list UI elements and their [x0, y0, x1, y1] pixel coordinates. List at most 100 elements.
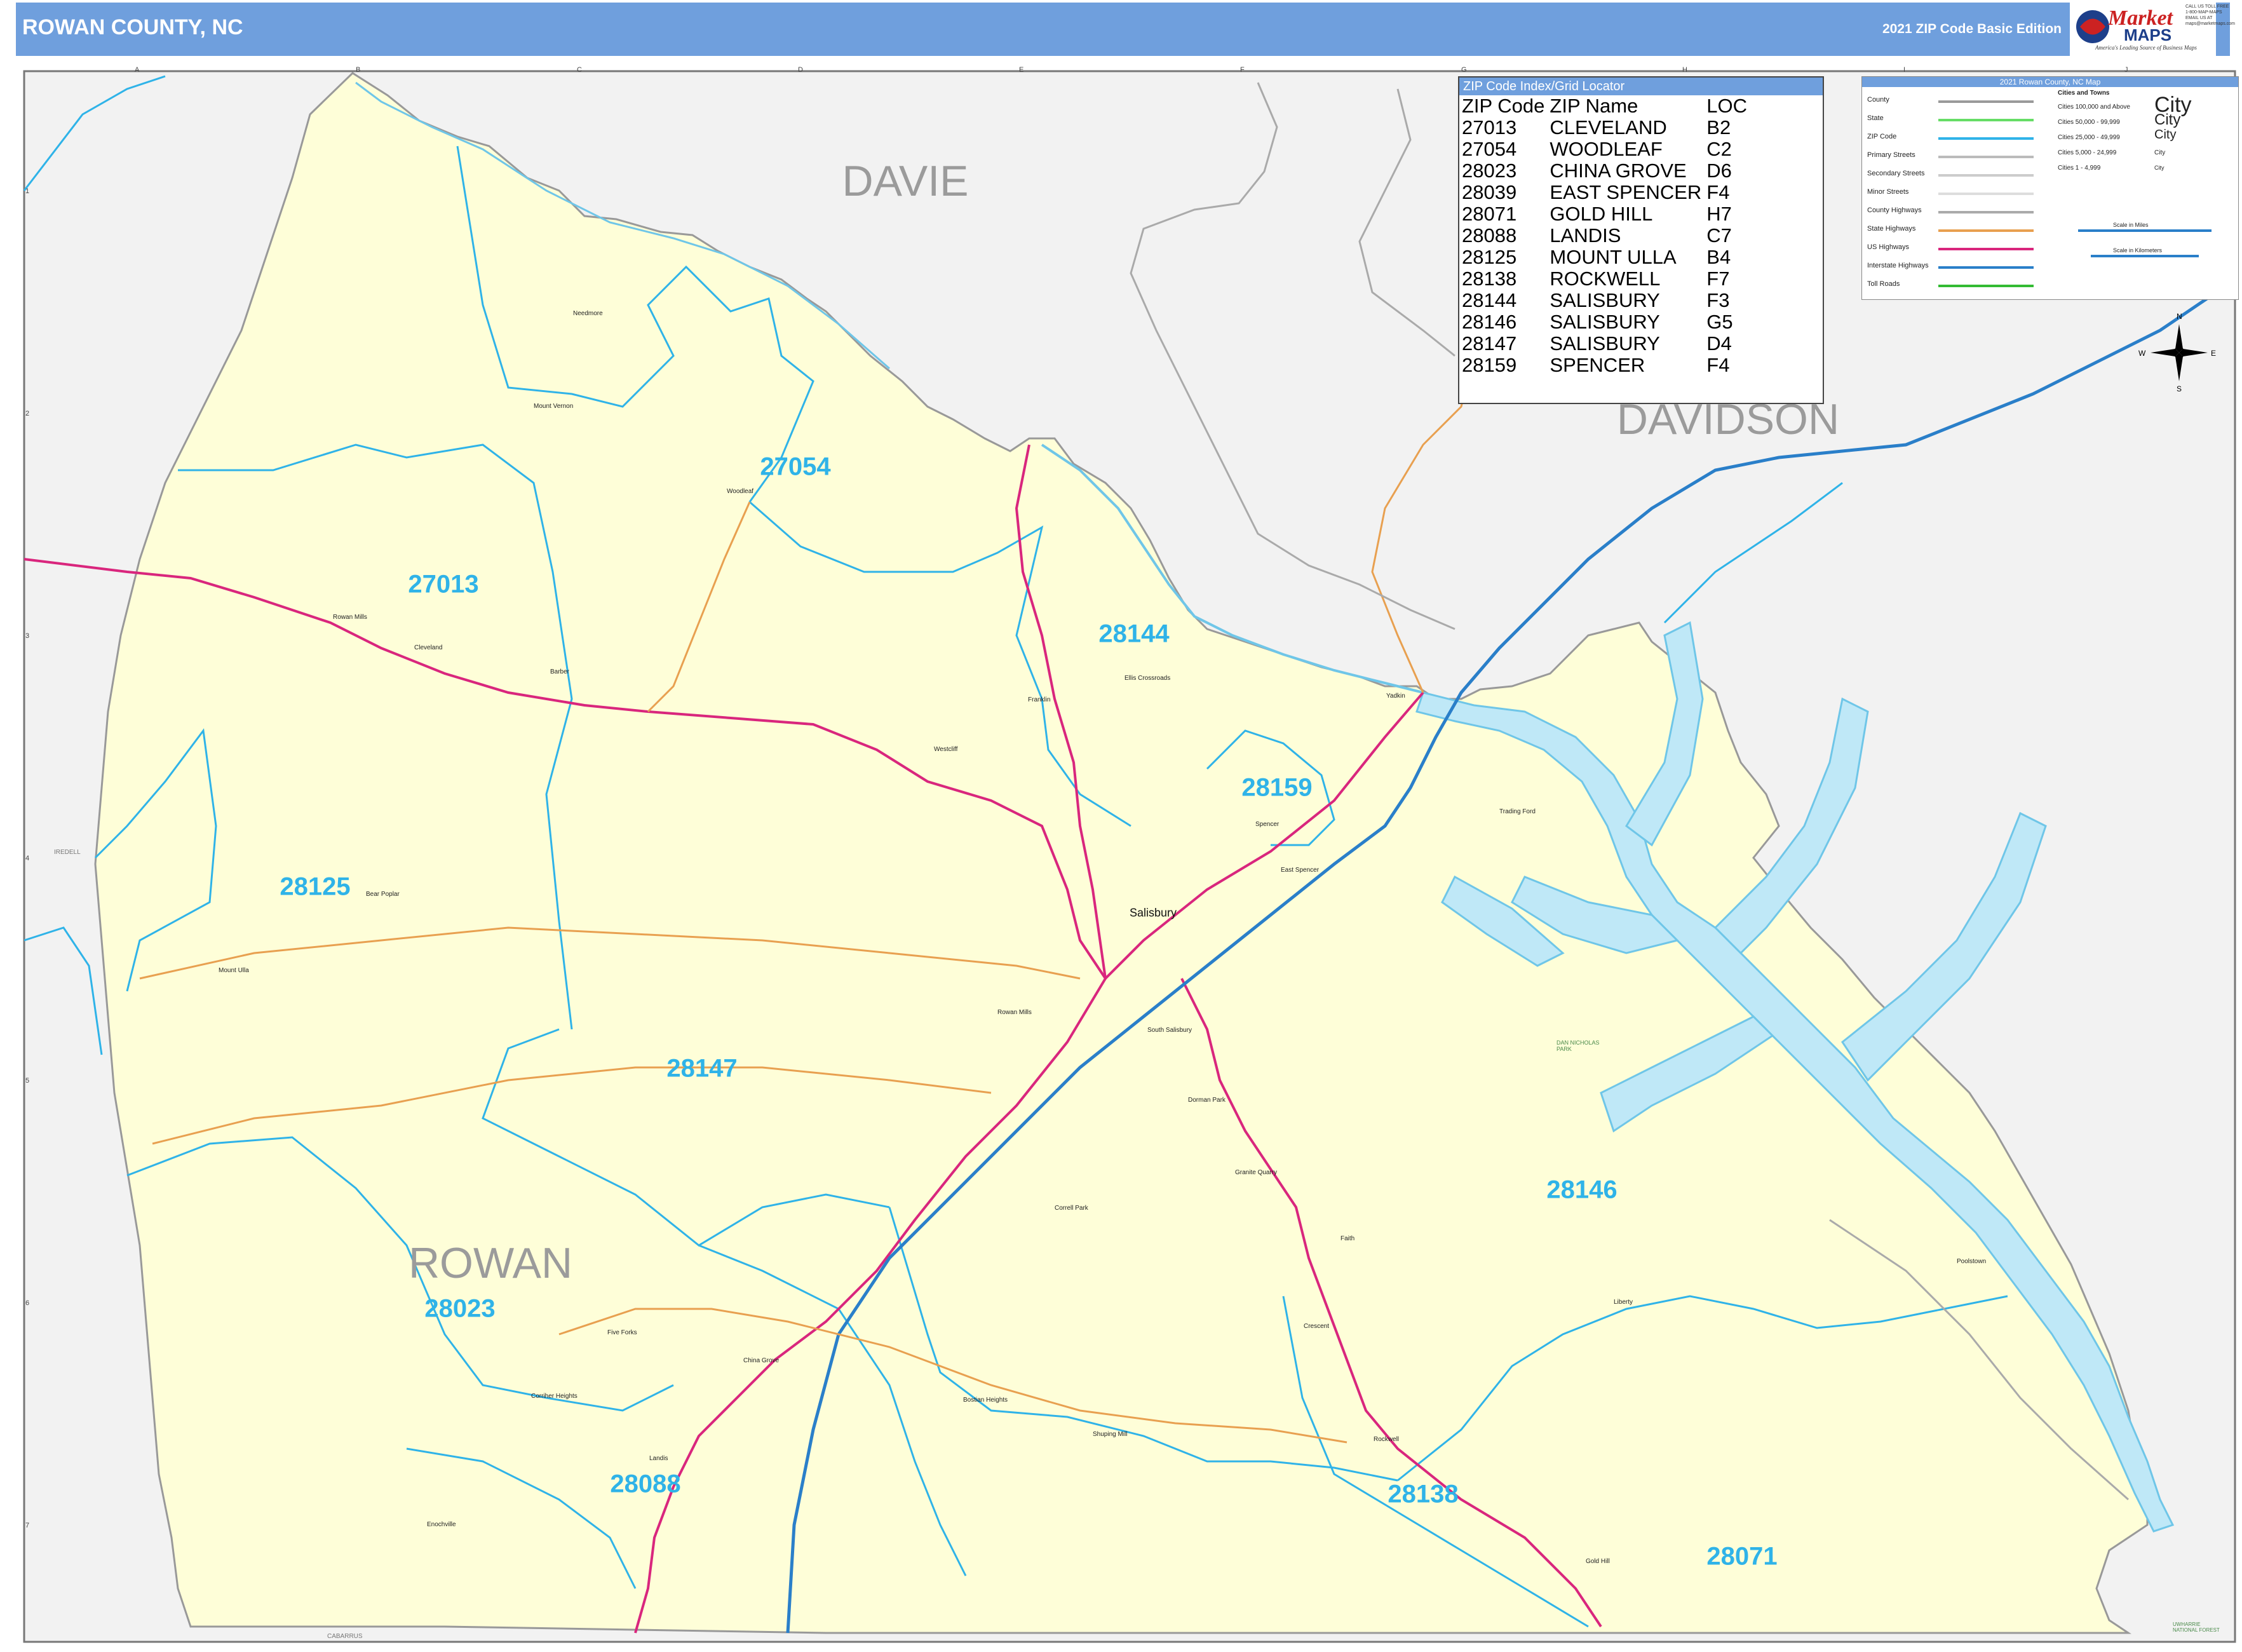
zip-label[interactable]: 28125 — [280, 873, 350, 902]
grid-col-f: F — [1240, 66, 1245, 74]
town-label: Faith — [1340, 1235, 1355, 1242]
legend-swatch — [1938, 285, 2034, 287]
zip-index-table: ZIP Code ZIP Name LOC 27013 CLEVELAND B2 2… — [1462, 95, 1752, 376]
cities-title: Cities and Towns — [2058, 90, 2110, 97]
legend-city-class-label: Cities 1 - 4,999 — [2058, 165, 2101, 172]
town-label: Shuping Mill — [1093, 1431, 1128, 1438]
legend-city-class-label: Cities 100,000 and Above — [2058, 104, 2130, 111]
zip-name-cell: GOLD HILL — [1550, 203, 1653, 225]
legend-title: 2021 Rowan County, NC Map — [1862, 77, 2238, 87]
zip-name-cell: EAST SPENCER — [1550, 181, 1702, 203]
table-row[interactable]: 28039 EAST SPENCER F4 — [1462, 182, 1752, 203]
city-label-salisbury[interactable]: Salisbury — [1130, 907, 1177, 920]
zip-label[interactable]: 27013 — [408, 571, 478, 599]
county-label-rowan: ROWAN — [408, 1239, 573, 1287]
loc-cell: H7 — [1706, 203, 1732, 225]
town-label: Mount Vernon — [534, 403, 574, 410]
town-label: Landis — [649, 1455, 668, 1462]
table-row[interactable]: 28023 CHINA GROVE D6 — [1462, 160, 1752, 182]
loc-cell: F4 — [1706, 181, 1730, 203]
zip-label[interactable]: 28071 — [1706, 1543, 1777, 1571]
loc-cell: F4 — [1706, 354, 1730, 376]
town-label: Rowan Mills — [997, 1009, 1032, 1016]
grid-row-2: 2 — [25, 410, 30, 417]
compass-rose: N S E W — [2138, 312, 2216, 393]
town-label: Poolstown — [1957, 1258, 1987, 1265]
grid-col-h: H — [1682, 66, 1687, 74]
town-label: Granite Quarry — [1235, 1169, 1278, 1176]
loc-cell: F3 — [1706, 289, 1730, 311]
zip-label[interactable]: 28147 — [666, 1055, 737, 1083]
town-label: Correll Park — [1055, 1205, 1088, 1212]
zip-code-cell: 28071 — [1462, 203, 1517, 225]
town-label: Spencer — [1255, 821, 1280, 828]
logo-brand-text-b: MAPS — [2124, 25, 2172, 44]
town-label: Cleveland — [414, 644, 443, 651]
legend-city-class-label: Cities 25,000 - 49,999 — [2058, 134, 2120, 141]
header-bar: ROWAN COUNTY, NC 2021 ZIP Code Basic Edi… — [16, 3, 2230, 56]
legend-item-label: County Highways — [1867, 207, 1922, 214]
table-row[interactable]: 28125 MOUNT ULLA B4 — [1462, 247, 1752, 268]
legend-city-class-label: Cities 5,000 - 24,999 — [2058, 149, 2117, 156]
zip-name-cell: MOUNT ULLA — [1550, 246, 1677, 268]
legend-item-label: US Highways — [1867, 243, 1910, 251]
zip-label[interactable]: 28144 — [1098, 620, 1169, 649]
loc-cell: B2 — [1706, 116, 1731, 139]
grid-col-e: E — [1019, 66, 1024, 74]
table-row[interactable]: 28138 ROCKWELL F7 — [1462, 268, 1752, 290]
table-row[interactable]: 28071 GOLD HILL H7 — [1462, 203, 1752, 225]
zip-code-cell: 28088 — [1462, 224, 1517, 247]
legend-item-label: ZIP Code — [1867, 133, 1897, 140]
column-header: ZIP Name — [1550, 95, 1638, 117]
compass-e: E — [2211, 349, 2217, 358]
zip-name-cell: SALISBURY — [1550, 311, 1660, 333]
zip-code-cell: 28144 — [1462, 289, 1517, 311]
table-row[interactable]: 28147 SALISBURY D4 — [1462, 333, 1752, 355]
contact-line: 1-800-MAP-MAPS — [2185, 10, 2222, 15]
zip-name-cell: ROCKWELL — [1550, 267, 1661, 290]
scale-bar-km — [2091, 255, 2199, 257]
zip-code-cell: 27013 — [1462, 116, 1517, 139]
zip-label[interactable]: 28023 — [424, 1295, 495, 1324]
zip-index-panel: ZIP Code Index/Grid Locator ZIP Code ZIP… — [1458, 76, 1824, 404]
edition-label: 2021 ZIP Code Basic Edition — [1882, 22, 2062, 36]
grid-col-b: B — [356, 66, 361, 74]
table-row[interactable]: 28159 SPENCER F4 — [1462, 355, 1752, 376]
compass-icon — [2151, 324, 2208, 381]
town-label: Trading Ford — [1499, 808, 1536, 815]
zip-name-cell: SALISBURY — [1550, 289, 1660, 311]
column-header: ZIP Code — [1462, 95, 1545, 117]
table-row[interactable]: 27013 CLEVELAND B2 — [1462, 117, 1752, 139]
park-label: DAN NICHOLAS PARK — [1557, 1039, 1600, 1052]
grid-col-g: G — [1461, 66, 1467, 74]
table-header-row: ZIP Code ZIP Name LOC — [1462, 95, 1752, 117]
legend-city-sample: City — [2154, 165, 2164, 171]
table-row[interactable]: 28146 SALISBURY G5 — [1462, 311, 1752, 333]
loc-cell: D6 — [1706, 159, 1732, 182]
county-label-cabarrus: CABARRUS — [327, 1633, 363, 1640]
contact-line: maps@marketmaps.com — [2185, 22, 2235, 26]
zip-label[interactable]: 28146 — [1546, 1176, 1617, 1205]
legend-item-label: Minor Streets — [1867, 188, 1909, 196]
compass-w: W — [2138, 349, 2146, 358]
legend-item-label: Toll Roads — [1867, 280, 1900, 288]
grid-col-j: J — [2124, 66, 2128, 74]
town-label: Crescent — [1304, 1323, 1330, 1330]
legend-item-label: State Highways — [1867, 225, 1916, 233]
legend-city-class-label: Cities 50,000 - 99,999 — [2058, 119, 2120, 126]
table-row[interactable]: 28088 LANDIS C7 — [1462, 225, 1752, 247]
contact-line: EMAIL US AT — [2185, 16, 2213, 20]
table-row[interactable]: 28144 SALISBURY F3 — [1462, 290, 1752, 311]
zip-label[interactable]: 28159 — [1241, 774, 1312, 802]
zip-label[interactable]: 27054 — [760, 453, 830, 482]
zip-name-cell: CHINA GROVE — [1550, 159, 1687, 182]
zip-label[interactable]: 28138 — [1388, 1480, 1458, 1509]
town-label: China Grove — [743, 1357, 780, 1364]
grid-row-4: 4 — [25, 855, 30, 862]
zip-label[interactable]: 28088 — [610, 1470, 680, 1499]
county-label-iredell: IREDELL — [54, 849, 81, 856]
zip-name-cell: CLEVELAND — [1550, 116, 1667, 139]
town-label: Mount Ulla — [219, 967, 249, 974]
table-row[interactable]: 27054 WOODLEAF C2 — [1462, 139, 1752, 160]
compass-s: S — [2177, 384, 2182, 393]
